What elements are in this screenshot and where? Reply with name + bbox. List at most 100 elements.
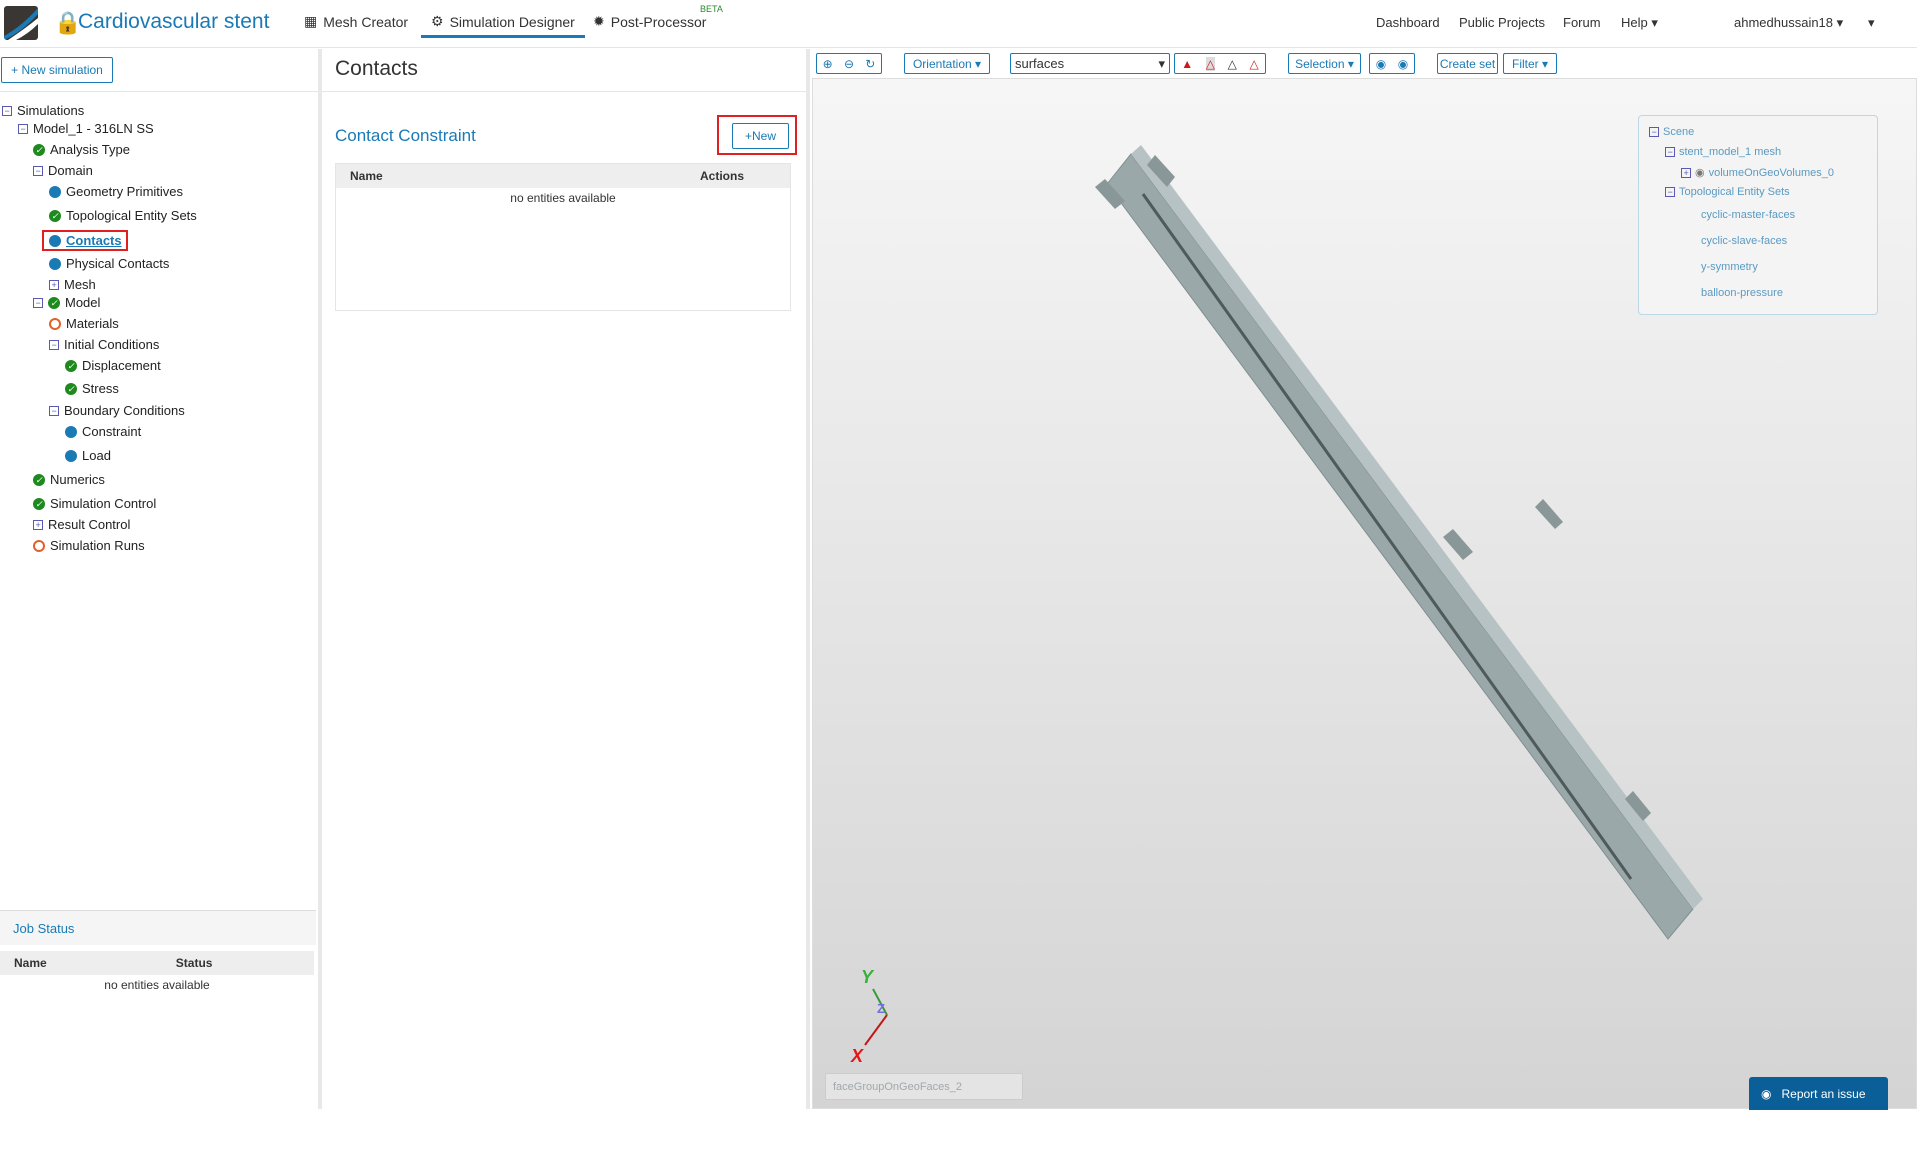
tree-materials[interactable]: Materials: [49, 316, 119, 331]
filter-dropdown[interactable]: Filter ▾: [1503, 53, 1557, 74]
tree-topological-entity-sets[interactable]: ✓ Topological Entity Sets: [49, 208, 197, 223]
expand-icon[interactable]: +: [49, 279, 59, 290]
scene-volume[interactable]: + ◉ volumeOnGeoVolumes_0: [1681, 166, 1834, 179]
gear-icon: ✹: [593, 13, 605, 29]
y-label: Y: [861, 969, 875, 987]
tree-model-node[interactable]: − ✓ Model: [33, 295, 100, 310]
grid-icon: ▦: [304, 13, 318, 29]
dot-icon: [65, 449, 77, 462]
tree-boundary-conditions[interactable]: − Boundary Conditions: [49, 403, 185, 418]
zoom-out-icon[interactable]: ⊖: [844, 57, 854, 71]
tree-physical-contacts[interactable]: Physical Contacts: [49, 256, 169, 271]
expand-icon[interactable]: +: [33, 519, 43, 530]
job-status-table: Name Status no entities available: [0, 951, 314, 995]
top-navbar: 🔒 Cardiovascular stent ▦ Mesh Creator ⚙ Si…: [0, 0, 1917, 48]
tree-result-control[interactable]: + Result Control: [33, 517, 130, 532]
nav-mesh-creator[interactable]: ▦ Mesh Creator: [304, 13, 408, 30]
tree-analysis-type[interactable]: ✓ Analysis Type: [33, 142, 130, 157]
tree-mesh[interactable]: + Mesh: [49, 277, 96, 292]
check-icon: ✓: [49, 209, 61, 222]
check-icon: ✓: [48, 296, 60, 309]
solid-wire-icon[interactable]: △: [1205, 56, 1216, 71]
scene-set-item[interactable]: cyclic-master-faces: [1701, 209, 1795, 221]
tree-simulation-runs[interactable]: Simulation Runs: [33, 538, 145, 553]
scene-topological-sets[interactable]: − Topological Entity Sets: [1665, 186, 1790, 198]
collapse-icon[interactable]: −: [49, 339, 59, 350]
collapse-icon[interactable]: −: [1649, 127, 1659, 137]
selection-dropdown[interactable]: Selection ▾: [1288, 53, 1361, 74]
collapse-icon[interactable]: −: [18, 123, 28, 134]
tree-model[interactable]: − Model_1 - 316LN SS: [18, 121, 154, 136]
tree-stress[interactable]: ✓ Stress: [65, 381, 119, 396]
tree-displacement[interactable]: ✓ Displacement: [65, 358, 161, 373]
divider: [322, 91, 806, 92]
tree-simulations[interactable]: − Simulations: [2, 103, 84, 118]
dot-icon: [65, 425, 77, 438]
reset-view-icon[interactable]: ↻: [865, 57, 875, 71]
zoom-controls: ⊕ ⊖ ↻: [816, 53, 882, 74]
nav-simulation-designer[interactable]: ⚙ Simulation Designer: [421, 13, 585, 38]
collapse-icon[interactable]: −: [33, 297, 43, 308]
tree-geometry-primitives[interactable]: Geometry Primitives: [49, 184, 183, 199]
render-mode-select[interactable]: surfaces ▾: [1010, 53, 1170, 74]
check-icon: ✓: [33, 497, 45, 510]
3d-viewport[interactable]: − Scene − stent_model_1 mesh + ◉ volumeOnGeo…: [812, 78, 1917, 1110]
x-label: X: [850, 1046, 864, 1066]
collapse-icon[interactable]: −: [33, 165, 43, 176]
dot-icon: [49, 185, 61, 198]
tree-contacts[interactable]: Contacts: [42, 230, 128, 251]
tree-domain[interactable]: − Domain: [33, 163, 93, 178]
report-issue-button[interactable]: ◉ Report an issue: [1749, 1077, 1888, 1110]
hide-icon[interactable]: ◉: [1376, 57, 1386, 71]
page-title: Contacts: [335, 57, 418, 80]
wireframe-icon[interactable]: △: [1228, 57, 1237, 71]
tree-constraint[interactable]: Constraint: [65, 424, 141, 439]
axes-gizmo: Y Z X: [850, 969, 888, 1066]
points-icon[interactable]: △: [1249, 57, 1258, 71]
scene-set-item[interactable]: y-symmetry: [1701, 261, 1758, 273]
link-forum[interactable]: Forum: [1563, 15, 1601, 30]
expand-icon[interactable]: +: [1681, 167, 1691, 178]
extra-dropdown[interactable]: ▾: [1868, 15, 1875, 31]
scene-set-item[interactable]: balloon-pressure: [1701, 287, 1783, 299]
solid-icon[interactable]: ▲: [1181, 57, 1193, 71]
orientation-dropdown[interactable]: Orientation ▾: [904, 53, 990, 74]
selection-name-box[interactable]: faceGroupOnGeoFaces_2: [825, 1073, 1023, 1100]
middle-splitter[interactable]: [806, 49, 810, 1109]
tree-numerics[interactable]: ✓ Numerics: [33, 472, 105, 487]
scene-mesh[interactable]: − stent_model_1 mesh: [1665, 146, 1781, 158]
scene-set-item[interactable]: cyclic-slave-faces: [1701, 235, 1787, 247]
nav-post-processor[interactable]: ✹ Post-Processor: [593, 13, 706, 30]
contacts-table: Name Actions no entities available: [335, 163, 791, 311]
check-icon: ✓: [33, 143, 45, 156]
show-icon[interactable]: ◉: [1398, 57, 1408, 71]
empty-message: no entities available: [510, 191, 616, 205]
collapse-icon[interactable]: −: [1665, 147, 1675, 157]
simulation-tree-panel: + New simulation − Simulations − Model_1 -…: [0, 49, 318, 1158]
dot-icon: [49, 257, 61, 270]
zoom-in-icon[interactable]: ⊕: [823, 57, 833, 71]
contacts-panel: Contacts Contact Constraint +New Name Act…: [322, 49, 806, 1109]
help-menu[interactable]: Help ▾: [1621, 15, 1658, 31]
tree-initial-conditions[interactable]: − Initial Conditions: [49, 337, 159, 352]
camera-icon: ◉: [1761, 1086, 1772, 1101]
create-set-button[interactable]: Create set: [1437, 53, 1498, 74]
new-simulation-button[interactable]: + New simulation: [1, 57, 113, 83]
tree-simulation-control[interactable]: ✓ Simulation Control: [33, 496, 156, 511]
column-actions: Actions: [700, 169, 745, 183]
app-logo[interactable]: [4, 6, 38, 40]
job-status-title: Job Status: [0, 911, 316, 945]
ring-icon: [49, 317, 61, 330]
ring-icon: [33, 539, 45, 552]
scene-root[interactable]: − Scene: [1649, 126, 1694, 138]
link-dashboard[interactable]: Dashboard: [1376, 15, 1440, 30]
collapse-icon[interactable]: −: [1665, 187, 1675, 197]
tree-load[interactable]: Load: [65, 448, 111, 463]
link-public-projects[interactable]: Public Projects: [1459, 15, 1545, 30]
user-menu[interactable]: ahmedhussain18 ▾: [1734, 15, 1843, 31]
check-icon: ✓: [65, 359, 77, 372]
eye-icon[interactable]: ◉: [1695, 166, 1705, 179]
collapse-icon[interactable]: −: [2, 105, 12, 116]
collapse-icon[interactable]: −: [49, 405, 59, 416]
new-contact-button[interactable]: +New: [732, 123, 789, 149]
